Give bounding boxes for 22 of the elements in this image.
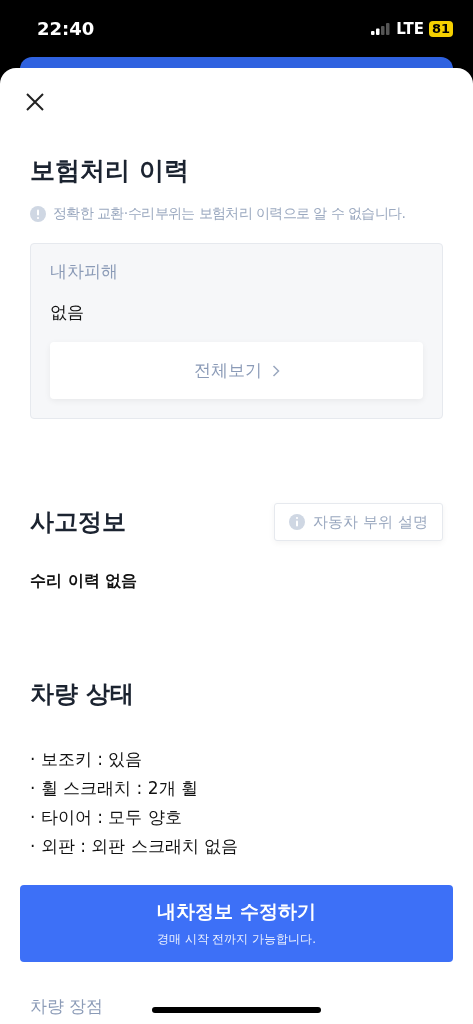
battery-level: 81 <box>428 20 453 37</box>
condition-item: · 외판 : 외판 스크래치 없음 <box>30 835 240 857</box>
notice-text: 정확한 교환·수리부위는 보험처리 이력으로 알 수 없습니다. <box>53 205 406 223</box>
signal-icon <box>371 22 392 35</box>
section-title: 보험처리 이력 <box>30 155 190 187</box>
status-time: 22:40 <box>37 18 95 39</box>
edit-car-info-button[interactable]: 내차정보 수정하기 경매 시작 전까지 가능합니다. <box>20 885 453 962</box>
section-title: 차량 상태 <box>30 679 136 710</box>
view-all-button[interactable]: 전체보기 <box>50 342 423 399</box>
damage-label: 내차피해 <box>50 260 119 283</box>
parts-guide-button[interactable]: 자동차 부위 설명 <box>274 503 443 541</box>
repair-summary: 수리 이력 없음 <box>30 571 139 592</box>
network-label: LTE <box>396 19 424 38</box>
condition-item: · 타이어 : 모두 양호 <box>30 806 183 828</box>
condition-item: · 보조키 : 있음 <box>30 748 144 770</box>
chevron-right-icon <box>271 364 280 377</box>
condition-item: · 휠 스크래치 : 2개 휠 <box>30 777 199 799</box>
damage-value: 없음 <box>50 301 85 324</box>
info-icon <box>30 206 46 222</box>
section-title: 사고정보 <box>30 507 126 538</box>
section-label: 차량 장점 <box>30 995 104 1018</box>
info-icon <box>289 514 306 530</box>
